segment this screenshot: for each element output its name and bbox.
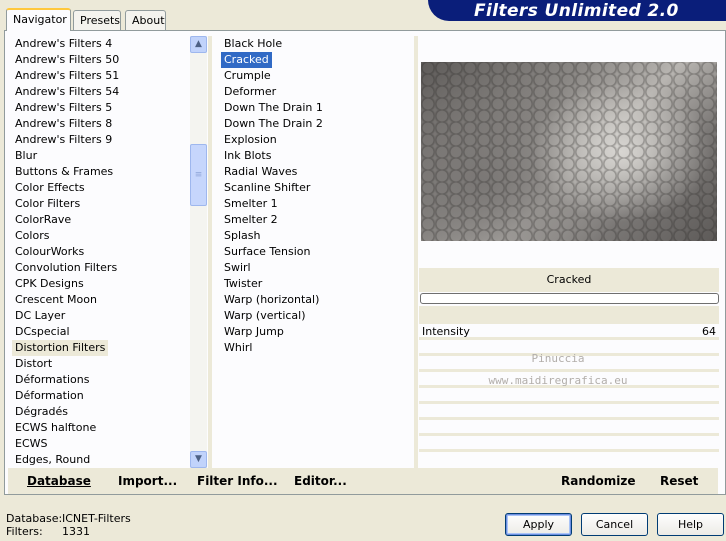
status-filters-value: 1331 [62,525,90,538]
filter-list[interactable]: Black Hole Cracked Crumple Deformer Down The… [221,36,411,356]
category-item[interactable]: Distort [12,356,190,372]
filter-name-label: Cracked [419,268,719,292]
category-list[interactable]: Andrew's Filters 4 Andrew's Filters 50 And… [12,36,190,468]
filter-item[interactable]: Splash [221,228,411,244]
filter-item[interactable]: Warp (vertical) [221,308,411,324]
parameter-row [419,404,719,420]
category-item[interactable]: DC Layer [12,308,190,324]
reset-button[interactable]: Reset [660,474,698,488]
filter-info-button[interactable]: Filter Info... [197,474,278,488]
parameter-name: Intensity [422,325,470,338]
filter-item[interactable]: Down The Drain 1 [221,100,411,116]
filter-item[interactable]: Cracked [221,52,272,68]
category-item[interactable]: Andrew's Filters 50 [12,52,190,68]
filter-item[interactable]: Swirl [221,260,411,276]
status-database: Database:ICNET-Filters [6,512,131,525]
filter-info-label: Filter Info... [197,474,278,488]
database-button[interactable]: Database [27,474,91,488]
apply-button[interactable]: Apply [505,513,572,536]
tab-navigator[interactable]: Navigator [6,8,71,31]
filter-item[interactable]: Smelter 1 [221,196,411,212]
category-item[interactable]: Buttons & Frames [12,164,190,180]
filter-item[interactable]: Warp Jump [221,324,411,340]
randomize-button[interactable]: Randomize [561,474,635,488]
tab-about[interactable]: About [125,10,166,30]
param-gap [419,306,719,324]
scroll-down-button[interactable]: ▼ [190,451,207,468]
editor-label: Editor... [294,474,347,488]
category-item[interactable]: Colors [12,228,190,244]
database-label: Database [27,474,91,488]
filter-item[interactable]: Crumple [221,68,411,84]
watermark-url: www.maidiregrafica.eu [488,374,628,387]
filter-item[interactable]: Radial Waves [221,164,411,180]
status-filters-label: Filters: [6,525,43,538]
category-item[interactable]: Andrew's Filters 5 [12,100,190,116]
filter-item[interactable]: Surface Tension [221,244,411,260]
panel-toolbar: Database Import... Filter Info... Editor… [8,468,718,494]
category-item[interactable]: Andrew's Filters 4 [12,36,190,52]
parameter-row [419,436,719,452]
filter-item[interactable]: Deformer [221,84,411,100]
title-banner: Filters Unlimited 2.0 [428,0,726,21]
category-item[interactable]: Andrew's Filters 54 [12,84,190,100]
cancel-button[interactable]: Cancel [581,513,648,536]
category-item[interactable]: DCspecial [12,324,190,340]
parameter-value[interactable]: 64 [702,324,716,340]
progress-bar [420,293,719,304]
divider [414,36,418,468]
category-item[interactable]: Convolution Filters [12,260,190,276]
filter-item[interactable]: Scanline Shifter [221,180,411,196]
category-item[interactable]: Dégradés [12,404,190,420]
category-item[interactable]: Crescent Moon [12,292,190,308]
app-title: Filters Unlimited 2.0 [474,1,679,21]
parameter-row [419,420,719,436]
preview-image [421,62,717,241]
category-item[interactable]: ColourWorks [12,244,190,260]
category-item[interactable]: Color Effects [12,180,190,196]
help-button[interactable]: Help [657,513,724,536]
watermark: Pinuccia www.maidiregrafica.eu [488,348,628,392]
filter-item[interactable]: Explosion [221,132,411,148]
editor-button[interactable]: Editor... [294,474,347,488]
category-item[interactable]: Déformations [12,372,190,388]
status-database-label: Database: [6,512,63,525]
category-item[interactable]: Color Filters [12,196,190,212]
filter-item[interactable]: Black Hole [221,36,411,52]
filter-item[interactable]: Warp (horizontal) [221,292,411,308]
category-item[interactable]: ECWS halftone [12,420,190,436]
scroll-thumb[interactable]: ≡ [190,144,207,206]
category-item[interactable]: ColorRave [12,212,190,228]
import-label: Import... [118,474,178,488]
randomize-label: Randomize [561,474,636,488]
filter-item[interactable]: Ink Blots [221,148,411,164]
category-item[interactable]: Déformation [12,388,190,404]
reset-label: Reset [660,474,699,488]
preview-texture [421,62,717,241]
tab-presets[interactable]: Presets [73,10,121,30]
category-item[interactable]: ECWS [12,436,190,452]
parameter-row[interactable]: Intensity 64 [419,324,719,340]
status-database-value: ICNET-Filters [62,512,131,525]
category-item[interactable]: Andrew's Filters 8 [12,116,190,132]
category-item[interactable]: Andrew's Filters 51 [12,68,190,84]
category-item[interactable]: Andrew's Filters 9 [12,132,190,148]
status-filters: Filters: 1331 [6,525,90,538]
filter-item[interactable]: Twister [221,276,411,292]
filter-item[interactable]: Smelter 2 [221,212,411,228]
filter-item[interactable]: Whirl [221,340,411,356]
category-scrollbar[interactable]: ▲ ≡ ▼ [190,36,207,468]
filter-item[interactable]: Down The Drain 2 [221,116,411,132]
divider [208,36,212,468]
scroll-up-button[interactable]: ▲ [190,36,207,53]
category-item[interactable]: CPK Designs [12,276,190,292]
category-item[interactable]: Blur [12,148,190,164]
watermark-name: Pinuccia [531,352,585,365]
category-item[interactable]: Edges, Round [12,452,190,468]
category-item[interactable]: Distortion Filters [12,340,109,356]
import-button[interactable]: Import... [118,474,177,488]
